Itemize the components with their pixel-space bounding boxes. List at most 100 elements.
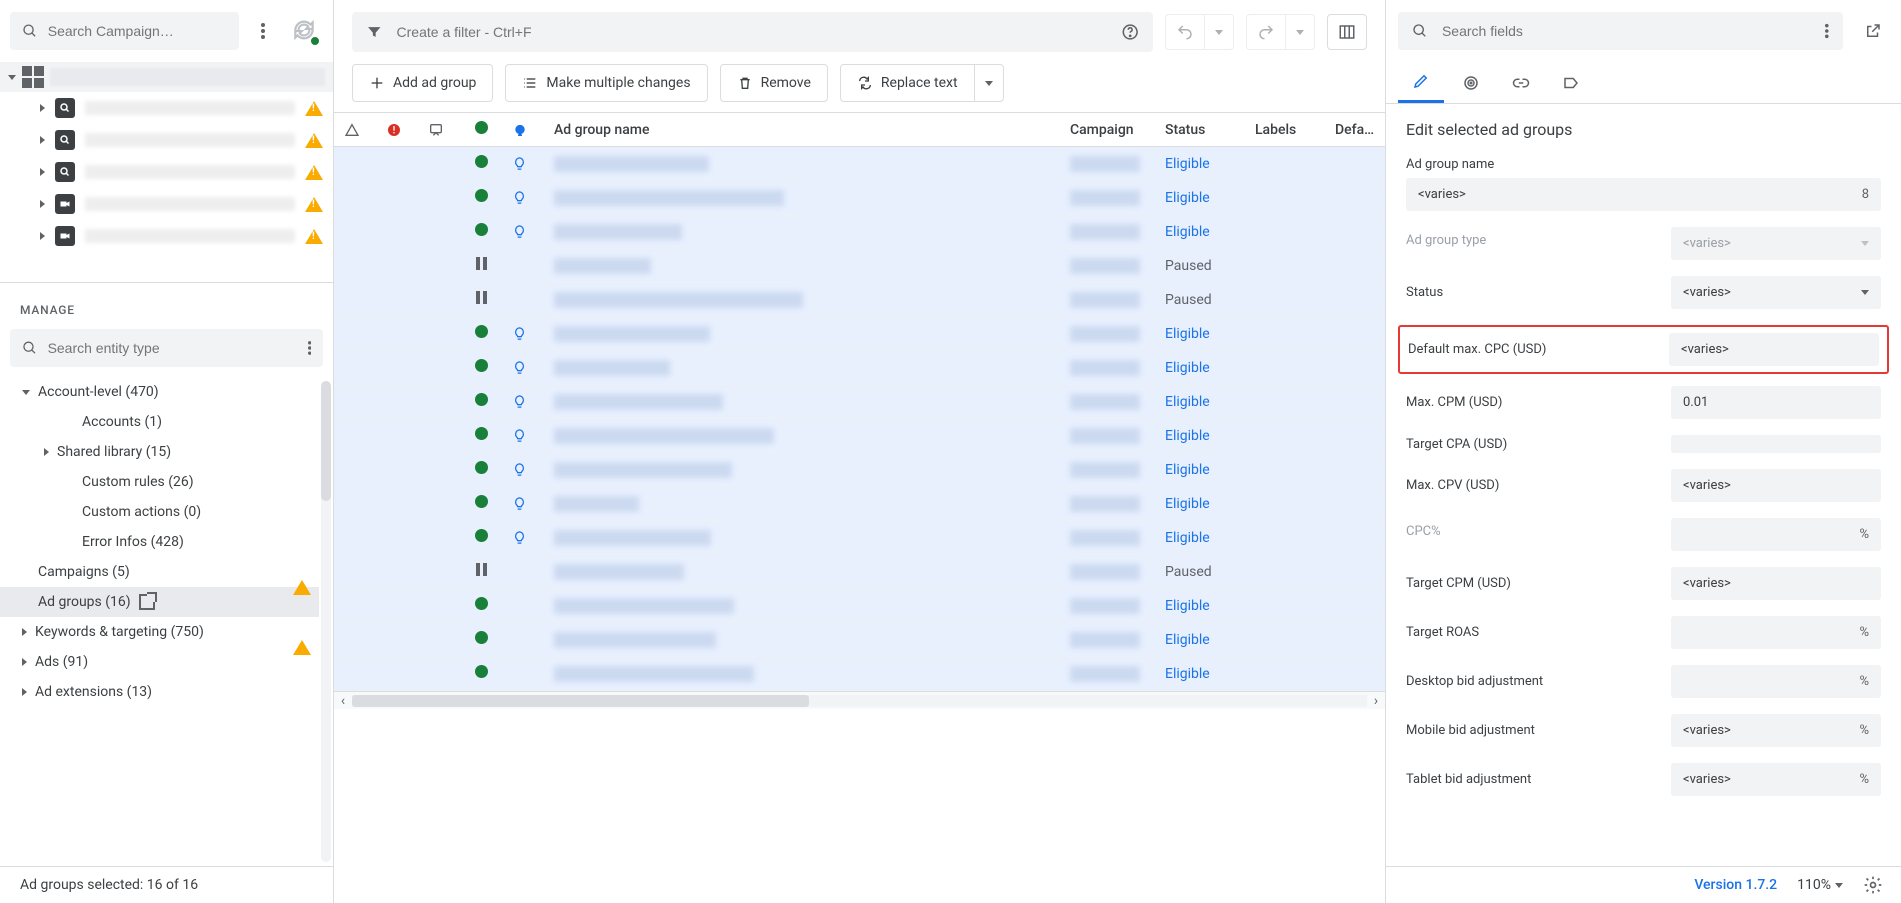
manage-item-error-infos-428[interactable]: Error Infos (428) bbox=[0, 527, 319, 557]
table-row[interactable]: Eligible bbox=[334, 657, 1385, 691]
settings-button[interactable] bbox=[1863, 875, 1883, 895]
campaign-tree-root[interactable] bbox=[0, 62, 333, 92]
undo-icon bbox=[1176, 23, 1194, 41]
scrollbar-thumb[interactable] bbox=[321, 381, 331, 501]
table-row[interactable]: Paused bbox=[334, 283, 1385, 317]
col-header[interactable]: Ad group name bbox=[544, 113, 1060, 147]
table-row[interactable]: Paused bbox=[334, 555, 1385, 589]
redo-button[interactable] bbox=[1246, 14, 1285, 50]
col-header-icon-1[interactable] bbox=[376, 113, 418, 147]
caret-right-icon bbox=[22, 628, 27, 636]
default-max-cpc-input[interactable]: <varies> bbox=[1669, 333, 1879, 366]
version-label[interactable]: Version 1.7.2 bbox=[1694, 877, 1777, 893]
sync-button[interactable] bbox=[287, 13, 323, 49]
manage-item-custom-rules-26[interactable]: Custom rules (26) bbox=[0, 467, 319, 497]
replace-dropdown[interactable] bbox=[975, 64, 1004, 102]
campaign-search[interactable] bbox=[10, 12, 239, 50]
ad-group-name-input[interactable]: <varies>8 bbox=[1406, 178, 1881, 211]
fields-search-input[interactable] bbox=[1442, 23, 1812, 39]
undo-dropdown[interactable] bbox=[1204, 14, 1234, 50]
table-row[interactable]: Eligible bbox=[334, 453, 1385, 487]
col-header-icon-3[interactable] bbox=[460, 113, 502, 147]
table-row[interactable]: Paused bbox=[334, 249, 1385, 283]
target-roas-input[interactable]: % bbox=[1671, 616, 1881, 649]
campaign-menu-button[interactable] bbox=[245, 13, 281, 49]
table-row[interactable]: Eligible bbox=[334, 317, 1385, 351]
popout-button[interactable] bbox=[1855, 13, 1891, 49]
bulb-icon bbox=[512, 462, 527, 477]
bulb-icon bbox=[512, 224, 527, 239]
selection-status: Ad groups selected: 16 of 16 bbox=[0, 866, 333, 903]
table-row[interactable]: Eligible bbox=[334, 589, 1385, 623]
col-header[interactable]: Status bbox=[1155, 113, 1245, 147]
grid-icon bbox=[22, 66, 44, 88]
scroll-right-button[interactable]: › bbox=[1367, 692, 1385, 710]
manage-item-keywords-targeting-750[interactable]: Keywords & targeting (750) bbox=[0, 617, 319, 647]
table-row[interactable]: Eligible bbox=[334, 623, 1385, 657]
horizontal-scrollbar[interactable]: ‹ › bbox=[334, 691, 1385, 709]
manage-item-ad-groups-16[interactable]: Ad groups (16) bbox=[0, 587, 319, 617]
scroll-thumb[interactable] bbox=[352, 695, 809, 707]
scroll-left-button[interactable]: ‹ bbox=[334, 692, 352, 710]
manage-item-campaigns-5[interactable]: Campaigns (5) bbox=[0, 557, 319, 587]
col-header[interactable]: Campaign bbox=[1060, 113, 1155, 147]
col-header[interactable]: Labels bbox=[1245, 113, 1325, 147]
manage-item-shared-library-15[interactable]: Shared library (15) bbox=[0, 437, 319, 467]
warning-icon bbox=[293, 624, 311, 655]
manage-item-ad-extensions-13[interactable]: Ad extensions (13) bbox=[0, 677, 319, 707]
replace-text-button[interactable]: Replace text bbox=[840, 64, 975, 102]
col-header[interactable]: Default max. CPC bbox=[1325, 113, 1385, 147]
table-row[interactable]: Eligible bbox=[334, 385, 1385, 419]
columns-button[interactable] bbox=[1327, 14, 1367, 50]
table-row[interactable]: Eligible bbox=[334, 147, 1385, 181]
help-icon[interactable] bbox=[1121, 22, 1139, 42]
target-cpm-input[interactable]: <varies> bbox=[1671, 567, 1881, 600]
manage-item-ads-91[interactable]: Ads (91) bbox=[0, 647, 319, 677]
col-header-icon-4[interactable] bbox=[502, 113, 544, 147]
manage-item-account-level-470[interactable]: Account-level (470) bbox=[0, 377, 319, 407]
table-row[interactable]: Eligible bbox=[334, 351, 1385, 385]
table-row[interactable]: Eligible bbox=[334, 487, 1385, 521]
table-row[interactable]: Eligible bbox=[334, 181, 1385, 215]
caret-down-icon bbox=[1861, 241, 1869, 246]
redo-dropdown[interactable] bbox=[1285, 14, 1315, 50]
caret-right-icon bbox=[40, 104, 45, 112]
filter-box[interactable] bbox=[352, 12, 1153, 52]
filter-input[interactable] bbox=[397, 24, 1107, 40]
campaign-tree-item[interactable] bbox=[0, 188, 333, 220]
col-header-icon-2[interactable] bbox=[418, 113, 460, 147]
blurred-campaign bbox=[1070, 190, 1140, 206]
make-multiple-changes-button[interactable]: Make multiple changes bbox=[505, 64, 707, 102]
campaign-tree-item[interactable] bbox=[0, 92, 333, 124]
fields-search[interactable] bbox=[1398, 12, 1843, 50]
status-input[interactable]: <varies> bbox=[1671, 276, 1881, 309]
tab-label[interactable] bbox=[1548, 62, 1594, 103]
campaign-tree-item[interactable] bbox=[0, 124, 333, 156]
manage-item-accounts-1[interactable]: Accounts (1) bbox=[0, 407, 319, 437]
desktop-bid-input[interactable]: % bbox=[1671, 665, 1881, 698]
col-header-icon-0[interactable] bbox=[334, 113, 376, 147]
entity-search[interactable] bbox=[10, 329, 323, 367]
add-ad-group-button[interactable]: Add ad group bbox=[352, 64, 493, 102]
zoom-control[interactable]: 110% bbox=[1797, 877, 1843, 893]
undo-button[interactable] bbox=[1165, 14, 1204, 50]
campaign-tree-item[interactable] bbox=[0, 220, 333, 252]
caret-right-icon bbox=[40, 200, 45, 208]
campaign-tree-item[interactable] bbox=[0, 156, 333, 188]
tablet-bid-input[interactable]: <varies>% bbox=[1671, 763, 1881, 796]
max-cpv-input[interactable]: <varies> bbox=[1671, 469, 1881, 502]
max-cpm-input[interactable]: 0.01 bbox=[1671, 386, 1881, 419]
remove-button[interactable]: Remove bbox=[720, 64, 828, 102]
entity-search-input[interactable] bbox=[48, 340, 298, 356]
tab-link[interactable] bbox=[1498, 62, 1544, 103]
tab-edit[interactable] bbox=[1398, 62, 1444, 103]
target-cpa-input[interactable] bbox=[1671, 435, 1881, 453]
mobile-bid-input[interactable]: <varies>% bbox=[1671, 714, 1881, 747]
tab-target[interactable] bbox=[1448, 62, 1494, 103]
table-row[interactable]: Eligible bbox=[334, 521, 1385, 555]
table-row[interactable]: Eligible bbox=[334, 419, 1385, 453]
table-row[interactable]: Eligible bbox=[334, 215, 1385, 249]
manage-item-label: Ad extensions (13) bbox=[35, 684, 152, 700]
manage-item-custom-actions-0[interactable]: Custom actions (0) bbox=[0, 497, 319, 527]
campaign-search-input[interactable] bbox=[48, 23, 227, 39]
